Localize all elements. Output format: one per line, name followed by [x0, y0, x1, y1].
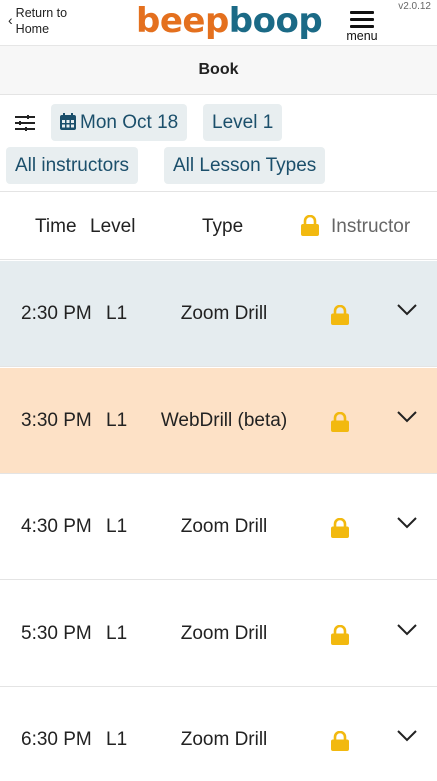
chevron-down-icon[interactable]	[397, 410, 417, 428]
logo[interactable]: beepboop	[136, 0, 323, 42]
return-home-link[interactable]: ‹ Return to Home	[8, 5, 80, 37]
column-header-instructor[interactable]: Instructor	[331, 216, 410, 238]
chevron-down-icon[interactable]	[397, 303, 417, 321]
top-bar: ‹ Return to Home beepboop menu v2.0.12	[0, 0, 437, 46]
chevron-down-icon[interactable]	[397, 516, 417, 534]
page-title: Book	[198, 61, 239, 78]
table-row[interactable]: 4:30 PM L1 Zoom Drill	[0, 474, 437, 580]
lock-icon	[301, 214, 319, 241]
date-filter-label: Mon Oct 18	[80, 112, 179, 133]
chevron-down-icon[interactable]	[397, 729, 417, 747]
sliders-icon[interactable]	[14, 115, 36, 136]
column-header-type[interactable]: Type	[202, 216, 243, 238]
table-header: Time Level Type Instructor	[0, 192, 437, 260]
lock-icon	[331, 517, 349, 543]
row-type: Zoom Drill	[180, 729, 268, 750]
chevron-down-icon[interactable]	[397, 623, 417, 641]
table-row[interactable]: 2:30 PM L1 Zoom Drill	[0, 261, 437, 367]
lesson-type-filter-chip[interactable]: All Lesson Types	[164, 147, 326, 184]
version-label: v2.0.12	[398, 1, 431, 12]
lock-icon	[331, 730, 349, 756]
calendar-icon	[60, 113, 76, 130]
lesson-type-filter-label: All Lesson Types	[173, 155, 317, 176]
level-filter-chip[interactable]: Level 1	[203, 104, 283, 141]
menu-label: menu	[346, 29, 378, 43]
row-type: Zoom Drill	[180, 303, 268, 324]
menu-button[interactable]: menu	[342, 8, 382, 44]
logo-beep: beep	[136, 1, 229, 41]
row-type: Zoom Drill	[180, 623, 268, 644]
lock-icon	[331, 304, 349, 330]
page-title-bar: Book	[0, 46, 437, 95]
date-filter-chip[interactable]: Mon Oct 18	[51, 104, 188, 141]
row-type: Zoom Drill	[180, 516, 268, 537]
table-row[interactable]: 5:30 PM L1 Zoom Drill	[0, 581, 437, 687]
logo-boop: boop	[228, 1, 323, 41]
lock-icon	[331, 411, 349, 437]
instructor-filter-label: All instructors	[15, 155, 130, 176]
instructor-filter-chip[interactable]: All instructors	[6, 147, 139, 184]
lock-icon	[331, 624, 349, 650]
column-header-time[interactable]: Time	[35, 216, 77, 238]
hamburger-menu-icon	[350, 11, 374, 28]
chevron-left-icon: ‹	[8, 12, 13, 28]
level-filter-label: Level 1	[212, 112, 274, 133]
table-row[interactable]: 3:30 PM L1 WebDrill (beta)	[0, 368, 437, 474]
table-row[interactable]: 6:30 PM L1 Zoom Drill	[0, 687, 437, 781]
column-header-level[interactable]: Level	[90, 216, 135, 238]
row-type: WebDrill (beta)	[160, 410, 288, 431]
return-home-label: Return to Home	[15, 6, 68, 36]
